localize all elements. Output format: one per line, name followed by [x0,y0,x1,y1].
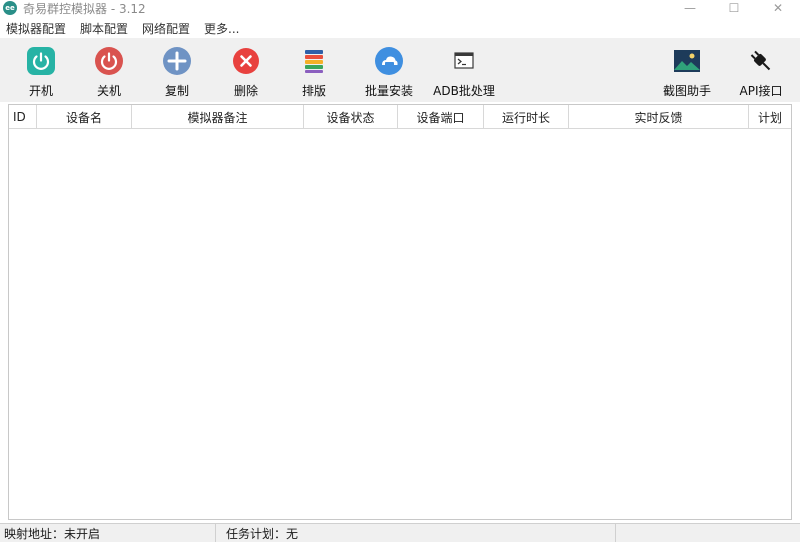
menu-emulator-config[interactable]: 模拟器配置 [5,18,67,39]
copy-button[interactable]: 复制 [142,46,212,99]
menu-network-config[interactable]: 网络配置 [141,18,191,39]
delete-button[interactable]: 删除 [211,46,281,99]
app-logo-icon: ee [3,1,17,15]
screenshot-helper-button[interactable]: 截图助手 [652,46,722,99]
delete-icon [231,46,261,76]
column-header-run-time[interactable]: 运行时长 [484,105,569,129]
column-header-emulator-note[interactable]: 模拟器备注 [132,105,304,129]
status-bar: 映射地址：未开启 任务计划：无 [0,523,800,542]
arrange-layers-icon [299,46,329,76]
device-table[interactable]: ID 设备名 模拟器备注 设备状态 设备端口 运行时长 实时反馈 计划 [8,104,792,520]
power-on-icon [26,46,56,76]
column-header-device-name[interactable]: 设备名 [37,105,132,129]
power-on-button[interactable]: 开机 [6,46,76,99]
table-header: ID 设备名 模拟器备注 设备状态 设备端口 运行时长 实时反馈 计划 [9,105,791,129]
column-header-device-port[interactable]: 设备端口 [398,105,484,129]
power-off-label: 关机 [96,84,121,98]
copy-label: 复制 [164,84,189,98]
adb-batch-button[interactable]: ADB批处理 [429,46,499,99]
menu-more[interactable]: 更多... [203,18,240,39]
api-interface-button[interactable]: API接口 [726,46,796,99]
window-controls: — ☐ ✕ [668,0,800,16]
menu-script-config[interactable]: 脚本配置 [79,18,129,39]
toolbar: 开机 关机 复制 删除 排版 批量安装 ADB批处理 截图助手 API接口 [0,38,800,102]
maximize-button[interactable]: ☐ [712,0,756,16]
arrange-button[interactable]: 排版 [279,46,349,99]
close-button[interactable]: ✕ [756,0,800,16]
power-off-icon [94,46,124,76]
plug-icon [746,46,776,76]
column-header-realtime-feedback[interactable]: 实时反馈 [569,105,749,129]
arrange-label: 排版 [301,84,326,98]
task-plan-status: 任务计划：无 [216,523,616,542]
window-title: 奇易群控模拟器 - 3.12 [23,1,146,16]
batch-install-button[interactable]: 批量安装 [354,46,424,99]
plus-icon [162,46,192,76]
status-bar-extra [616,524,800,542]
table-body [9,129,791,519]
title-bar: ee 奇易群控模拟器 - 3.12 — ☐ ✕ [0,0,800,16]
image-icon [672,46,702,76]
power-off-button[interactable]: 关机 [74,46,144,99]
power-on-label: 开机 [28,84,53,98]
menu-bar: 模拟器配置 脚本配置 网络配置 更多... [0,18,800,38]
apk-cloud-icon [374,46,404,76]
column-header-plan[interactable]: 计划 [749,105,791,129]
mapping-address-status: 映射地址：未开启 [0,523,216,542]
column-header-device-status[interactable]: 设备状态 [304,105,398,129]
column-header-id[interactable]: ID [9,105,37,129]
terminal-icon [449,46,479,76]
delete-label: 删除 [233,84,258,98]
batch-install-label: 批量安装 [364,84,413,98]
adb-batch-label: ADB批处理 [433,84,495,98]
screenshot-helper-label: 截图助手 [662,84,711,98]
minimize-button[interactable]: — [668,0,712,16]
api-interface-label: API接口 [739,84,783,98]
